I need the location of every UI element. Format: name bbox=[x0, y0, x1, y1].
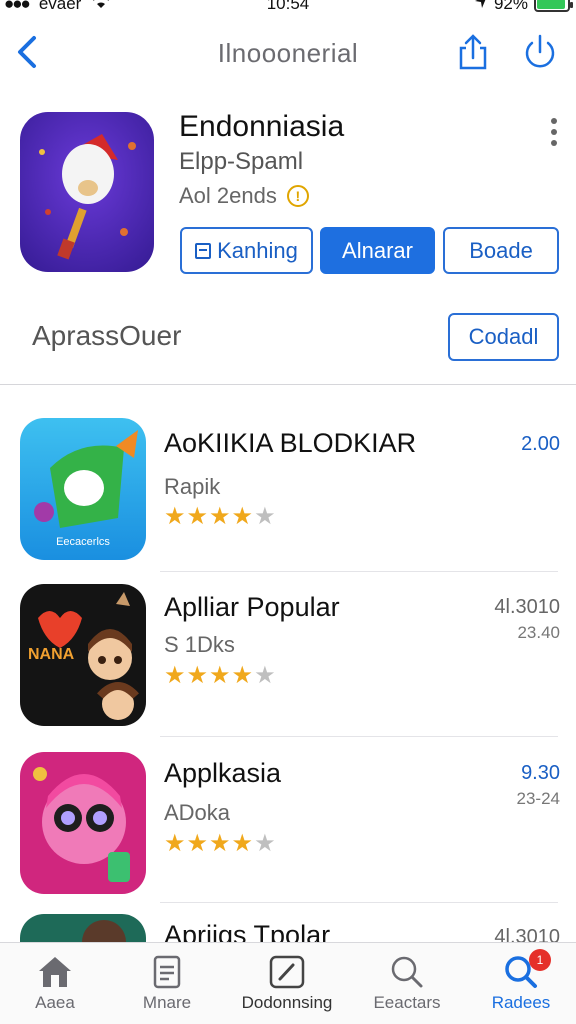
info-icon[interactable]: ! bbox=[286, 185, 309, 207]
status-right: 92% bbox=[474, 0, 573, 14]
app-icon-applkasia[interactable] bbox=[20, 752, 146, 894]
featured-app-meta: Aol 2ends ! bbox=[179, 183, 309, 209]
alnarar-button-label: Alnarar bbox=[342, 237, 413, 263]
app-icon-popular[interactable]: NANA bbox=[20, 584, 146, 726]
tab-dodonnsing[interactable]: Dodonnsing bbox=[224, 949, 350, 1021]
app-store-screen: ●●● evaer 10:54 92% Ilnooonerial Endonni… bbox=[0, 0, 576, 1024]
row-divider bbox=[160, 736, 558, 737]
app-subtitle: ADoka bbox=[164, 800, 231, 825]
kanhing-button[interactable]: Kanhing bbox=[180, 227, 313, 274]
tab-label: Aaea bbox=[35, 993, 75, 1012]
tab-label: Radees bbox=[491, 993, 551, 1012]
price-value: 2.00 bbox=[521, 433, 560, 455]
star-half-icon: ★ bbox=[254, 662, 277, 689]
app-subtitle: S 1Dks bbox=[164, 632, 235, 657]
home-icon bbox=[39, 957, 71, 987]
star-half-icon: ★ bbox=[254, 830, 277, 857]
power-icon bbox=[525, 34, 555, 68]
featured-app-icon[interactable] bbox=[20, 112, 154, 272]
price-subvalue: 23.40 bbox=[517, 623, 560, 642]
row-divider bbox=[160, 902, 558, 903]
app-icon-tpolar[interactable] bbox=[20, 914, 146, 942]
kanhing-button-label: Kanhing bbox=[217, 237, 298, 263]
codadl-button[interactable]: Codadl bbox=[448, 313, 559, 361]
featured-app-meta-text: Aol 2ends bbox=[179, 183, 277, 208]
star-icon: ★★★★ bbox=[164, 662, 255, 689]
featured-app-name: Endonniasia bbox=[179, 110, 345, 143]
codadl-button-label: Codadl bbox=[468, 324, 539, 349]
dot bbox=[551, 118, 557, 124]
notification-badge: 1 bbox=[529, 949, 551, 971]
tab-eeactars[interactable]: Eeactars bbox=[352, 949, 462, 1021]
nav-bar: Ilnooonerial bbox=[0, 24, 576, 82]
dot bbox=[551, 140, 557, 146]
price-value: 4l.3010 bbox=[494, 596, 560, 618]
boade-button[interactable]: Boade bbox=[443, 227, 559, 274]
battery-percent: 92% bbox=[493, 0, 528, 13]
power-button[interactable] bbox=[520, 32, 560, 72]
tab-label: Mnare bbox=[142, 993, 192, 1012]
share-button[interactable] bbox=[455, 32, 491, 72]
boade-button-label: Boade bbox=[469, 237, 533, 263]
app-name: Applkasia bbox=[164, 758, 282, 788]
app-icon-blodkiar[interactable]: Eecacerlcs bbox=[20, 418, 146, 560]
tab-aaea[interactable]: Aaea bbox=[0, 949, 110, 1021]
app-price[interactable]: 2.00 bbox=[521, 433, 560, 456]
app-subtitle: Rapik bbox=[164, 474, 221, 499]
star-rating: ★★★★★ bbox=[164, 661, 277, 690]
dot bbox=[551, 129, 557, 135]
star-rating: ★★★★★ bbox=[164, 829, 277, 858]
tab-radees[interactable]: 1 Radees bbox=[466, 949, 576, 1021]
tab-label: Eeactars bbox=[373, 993, 441, 1012]
app-name: Aplliar Popular bbox=[164, 592, 340, 622]
star-icon: ★★★★ bbox=[164, 830, 255, 857]
more-options-button[interactable] bbox=[544, 118, 564, 150]
price-value: 9.30 bbox=[521, 762, 560, 784]
star-half-icon: ★ bbox=[254, 503, 277, 530]
document-icon bbox=[153, 955, 181, 989]
app-icon-caption: Eecacerlcs bbox=[56, 536, 110, 548]
section-title: AprassOuer bbox=[32, 320, 182, 351]
card-icon bbox=[195, 242, 212, 259]
edit-icon bbox=[269, 955, 305, 989]
battery-icon bbox=[534, 0, 573, 12]
row-divider bbox=[160, 571, 558, 572]
star-icon: ★★★★ bbox=[164, 503, 255, 530]
app-name: Apriigs Tpolar bbox=[164, 920, 331, 942]
app-icon-caption: NANA bbox=[28, 646, 75, 663]
section-divider bbox=[0, 384, 576, 385]
price-subvalue: 23-24 bbox=[516, 789, 560, 808]
featured-app-subtitle: Elpp-Spaml bbox=[179, 148, 304, 175]
alnarar-button[interactable]: Alnarar bbox=[320, 227, 435, 274]
search-icon bbox=[391, 956, 423, 988]
share-icon bbox=[459, 34, 487, 70]
tab-label: Dodonnsing bbox=[241, 993, 333, 1012]
app-price[interactable]: 4l.3010 23.40 bbox=[494, 596, 560, 643]
tab-bar: Aaea Mnare Dodonnsing Eeactars 1 Radees bbox=[0, 942, 576, 1024]
star-rating: ★★★★★ bbox=[164, 502, 277, 531]
tab-mnare[interactable]: Mnare bbox=[112, 949, 222, 1021]
status-bar: ●●● evaer 10:54 92% bbox=[0, 0, 576, 18]
app-name: AoKIIKIA BLODKIAR bbox=[164, 428, 417, 458]
app-price[interactable]: 9.30 23-24 bbox=[517, 762, 560, 809]
location-icon bbox=[474, 0, 488, 14]
